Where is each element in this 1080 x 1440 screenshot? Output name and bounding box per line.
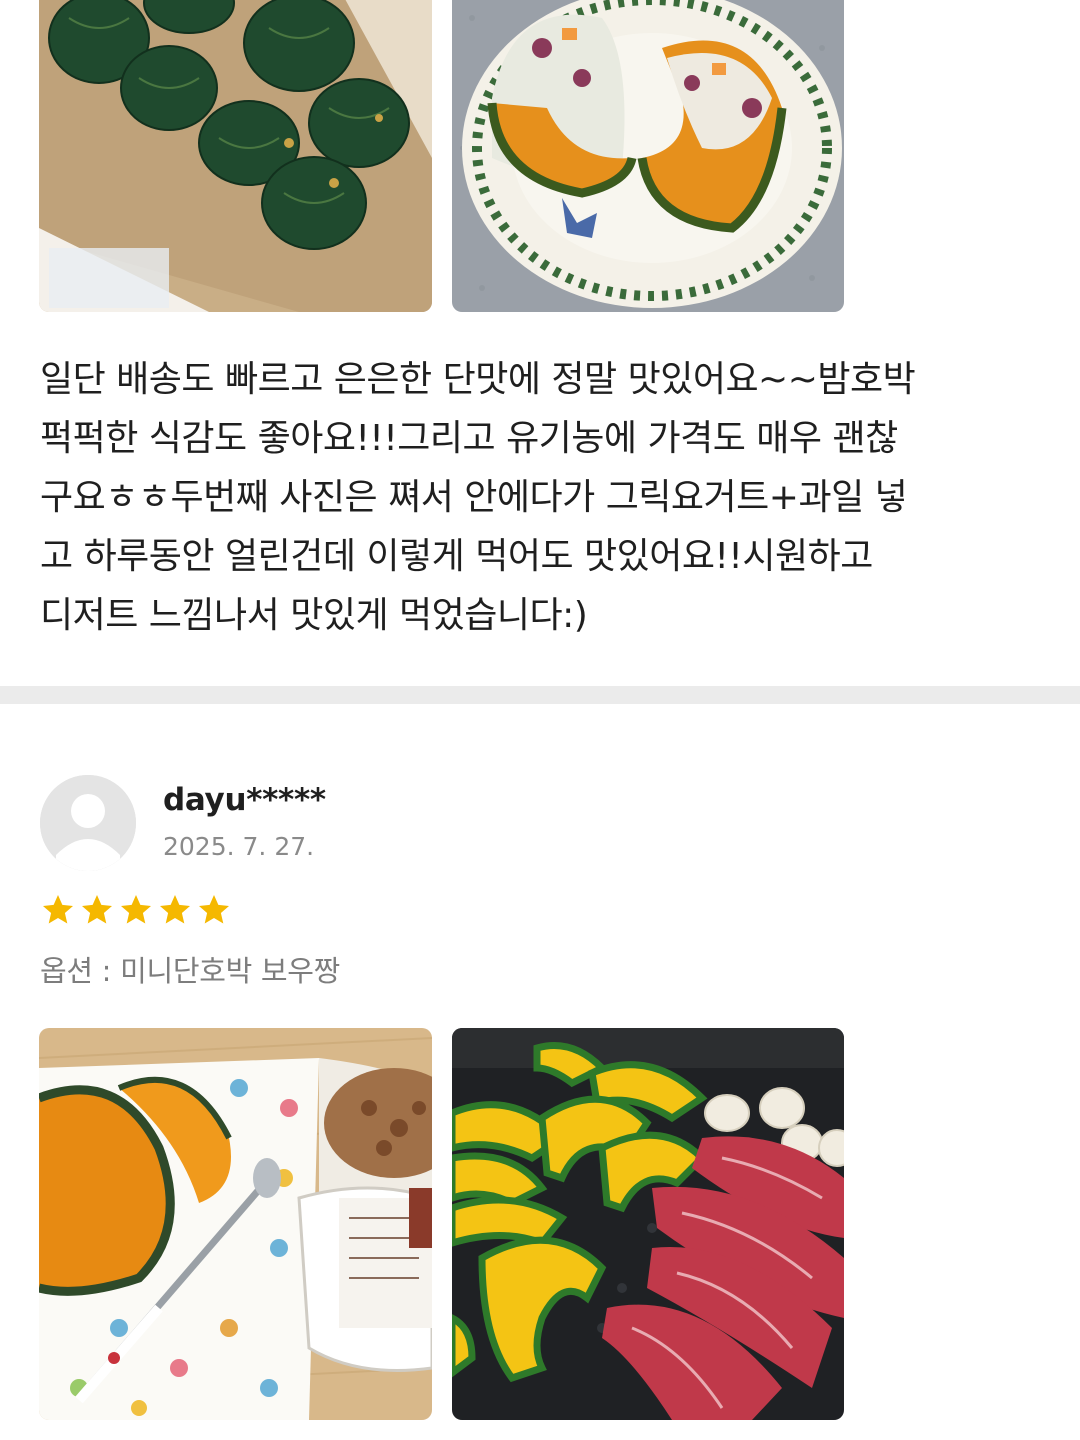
review-date: 2025. 7. 27. xyxy=(163,832,315,861)
star-icon xyxy=(43,895,73,924)
star-rating xyxy=(40,892,232,928)
photo-pumpkins-in-box-icon xyxy=(39,0,432,312)
photo-grilled-pumpkin-and-beef-icon xyxy=(452,1028,844,1420)
review-text-line: 고 하루동안 얼린건데 이렇게 먹어도 맛있어요!!시원하고 xyxy=(40,536,873,577)
review-photo-1[interactable] xyxy=(39,0,432,312)
reviewer-name: dayu***** xyxy=(163,782,326,818)
review-text-line: 일단 배송도 빠르고 은은한 단맛에 정말 맛있어요~~밤호박 xyxy=(40,359,916,400)
product-option: 옵션 : 미니단호박 보우짱 xyxy=(40,954,341,988)
review-photo-2[interactable] xyxy=(452,0,844,312)
user-avatar-icon xyxy=(40,775,136,871)
review-text-line: 디저트 느낌나서 맛있게 먹었습니다:) xyxy=(40,595,588,636)
review-text-line: 구요ㅎㅎ두번째 사진은 쪄서 안에다가 그릭요거트+과일 넣 xyxy=(40,477,908,518)
section-divider xyxy=(0,686,1080,704)
star-icon xyxy=(121,895,151,924)
photo-stuffed-pumpkin-plate-icon xyxy=(452,0,844,312)
photo-pumpkin-and-yogurt-icon xyxy=(39,1028,432,1420)
review-text-line: 퍽퍽한 식감도 좋아요!!!그리고 유기농에 가격도 매우 괜찮 xyxy=(40,418,898,459)
review-photo-4[interactable] xyxy=(452,1028,844,1420)
review-photo-3[interactable] xyxy=(39,1028,432,1420)
review-body-text: 일단 배송도 빠르고 은은한 단맛에 정말 맛있어요~~밤호박 퍽퍽한 식감도 … xyxy=(40,350,1040,645)
star-icon xyxy=(199,895,229,924)
star-icon xyxy=(82,895,112,924)
star-icon xyxy=(160,895,190,924)
avatar xyxy=(40,775,136,871)
